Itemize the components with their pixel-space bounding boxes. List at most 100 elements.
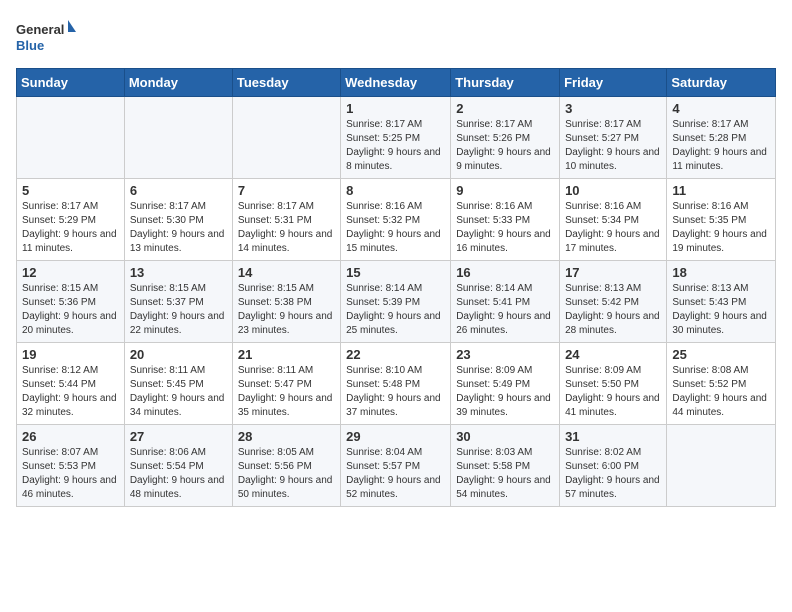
day-number: 3 bbox=[565, 101, 661, 116]
calendar-table: SundayMondayTuesdayWednesdayThursdayFrid… bbox=[16, 68, 776, 507]
page-header: General Blue bbox=[16, 16, 776, 56]
day-info: Sunrise: 8:02 AMSunset: 6:00 PMDaylight:… bbox=[565, 446, 661, 502]
day-info: Sunrise: 8:17 AMSunset: 5:29 PMDaylight:… bbox=[22, 200, 119, 256]
calendar-cell bbox=[124, 97, 232, 179]
calendar-cell: 24 Sunrise: 8:09 AMSunset: 5:50 PMDayligh… bbox=[560, 343, 667, 425]
day-number: 11 bbox=[672, 183, 770, 198]
day-number: 9 bbox=[456, 183, 554, 198]
day-info: Sunrise: 8:15 AMSunset: 5:36 PMDaylight:… bbox=[22, 282, 119, 338]
calendar-cell: 22 Sunrise: 8:10 AMSunset: 5:48 PMDayligh… bbox=[341, 343, 451, 425]
calendar-cell: 2 Sunrise: 8:17 AMSunset: 5:26 PMDaylight… bbox=[451, 97, 560, 179]
day-info: Sunrise: 8:07 AMSunset: 5:53 PMDaylight:… bbox=[22, 446, 119, 502]
calendar-cell: 10Sunrise: 8:16 AMSunset: 5:34 PMDayligh… bbox=[560, 179, 667, 261]
calendar-cell: 17 Sunrise: 8:13 AMSunset: 5:42 PMDayligh… bbox=[560, 261, 667, 343]
week-row-5: 26 Sunrise: 8:07 AMSunset: 5:53 PMDayligh… bbox=[17, 425, 776, 507]
weekday-header-wednesday: Wednesday bbox=[341, 69, 451, 97]
day-number: 6 bbox=[130, 183, 227, 198]
calendar-cell: 18 Sunrise: 8:13 AMSunset: 5:43 PMDayligh… bbox=[667, 261, 776, 343]
day-info: Sunrise: 8:09 AMSunset: 5:50 PMDaylight:… bbox=[565, 364, 661, 420]
day-info: Sunrise: 8:13 AMSunset: 5:42 PMDaylight:… bbox=[565, 282, 661, 338]
calendar-cell: 13 Sunrise: 8:15 AMSunset: 5:37 PMDayligh… bbox=[124, 261, 232, 343]
day-number: 25 bbox=[672, 347, 770, 362]
calendar-cell: 23Sunrise: 8:09 AMSunset: 5:49 PMDayligh… bbox=[451, 343, 560, 425]
calendar-cell: 31 Sunrise: 8:02 AMSunset: 6:00 PMDayligh… bbox=[560, 425, 667, 507]
day-info: Sunrise: 8:04 AMSunset: 5:57 PMDaylight:… bbox=[346, 446, 445, 502]
day-info: Sunrise: 8:13 AMSunset: 5:43 PMDaylight:… bbox=[672, 282, 770, 338]
calendar-cell: 12 Sunrise: 8:15 AMSunset: 5:36 PMDayligh… bbox=[17, 261, 125, 343]
calendar-cell: 25Sunrise: 8:08 AMSunset: 5:52 PMDayligh… bbox=[667, 343, 776, 425]
day-number: 24 bbox=[565, 347, 661, 362]
calendar-cell: 3Sunrise: 8:17 AMSunset: 5:27 PMDaylight… bbox=[560, 97, 667, 179]
logo: General Blue bbox=[16, 16, 76, 56]
day-number: 29 bbox=[346, 429, 445, 444]
day-number: 8 bbox=[346, 183, 445, 198]
day-info: Sunrise: 8:17 AMSunset: 5:26 PMDaylight:… bbox=[456, 118, 554, 174]
calendar-cell: 11 Sunrise: 8:16 AMSunset: 5:35 PMDayligh… bbox=[667, 179, 776, 261]
calendar-cell: 28 Sunrise: 8:05 AMSunset: 5:56 PMDayligh… bbox=[232, 425, 340, 507]
day-info: Sunrise: 8:17 AMSunset: 5:31 PMDaylight:… bbox=[238, 200, 335, 256]
day-number: 16 bbox=[456, 265, 554, 280]
svg-text:General: General bbox=[16, 22, 64, 37]
weekday-header-thursday: Thursday bbox=[451, 69, 560, 97]
calendar-cell: 16 Sunrise: 8:14 AMSunset: 5:41 PMDayligh… bbox=[451, 261, 560, 343]
day-info: Sunrise: 8:03 AMSunset: 5:58 PMDaylight:… bbox=[456, 446, 554, 502]
calendar-cell: 7 Sunrise: 8:17 AMSunset: 5:31 PMDaylight… bbox=[232, 179, 340, 261]
calendar-cell: 5 Sunrise: 8:17 AMSunset: 5:29 PMDaylight… bbox=[17, 179, 125, 261]
week-row-4: 19 Sunrise: 8:12 AMSunset: 5:44 PMDayligh… bbox=[17, 343, 776, 425]
day-info: Sunrise: 8:16 AMSunset: 5:33 PMDaylight:… bbox=[456, 200, 554, 256]
day-number: 12 bbox=[22, 265, 119, 280]
calendar-cell: 29 Sunrise: 8:04 AMSunset: 5:57 PMDayligh… bbox=[341, 425, 451, 507]
day-number: 1 bbox=[346, 101, 445, 116]
logo-svg: General Blue bbox=[16, 16, 76, 56]
calendar-cell: 8 Sunrise: 8:16 AMSunset: 5:32 PMDaylight… bbox=[341, 179, 451, 261]
day-info: Sunrise: 8:12 AMSunset: 5:44 PMDaylight:… bbox=[22, 364, 119, 420]
day-info: Sunrise: 8:16 AMSunset: 5:34 PMDaylight:… bbox=[565, 200, 661, 256]
calendar-cell: 14 Sunrise: 8:15 AMSunset: 5:38 PMDayligh… bbox=[232, 261, 340, 343]
day-number: 26 bbox=[22, 429, 119, 444]
calendar-cell: 15Sunrise: 8:14 AMSunset: 5:39 PMDayligh… bbox=[341, 261, 451, 343]
day-number: 4 bbox=[672, 101, 770, 116]
weekday-header-saturday: Saturday bbox=[667, 69, 776, 97]
day-number: 5 bbox=[22, 183, 119, 198]
calendar-cell: 27Sunrise: 8:06 AMSunset: 5:54 PMDayligh… bbox=[124, 425, 232, 507]
day-info: Sunrise: 8:11 AMSunset: 5:47 PMDaylight:… bbox=[238, 364, 335, 420]
weekday-header-sunday: Sunday bbox=[17, 69, 125, 97]
day-number: 14 bbox=[238, 265, 335, 280]
day-number: 19 bbox=[22, 347, 119, 362]
weekday-header-friday: Friday bbox=[560, 69, 667, 97]
calendar-cell bbox=[232, 97, 340, 179]
day-number: 22 bbox=[346, 347, 445, 362]
day-info: Sunrise: 8:10 AMSunset: 5:48 PMDaylight:… bbox=[346, 364, 445, 420]
day-info: Sunrise: 8:05 AMSunset: 5:56 PMDaylight:… bbox=[238, 446, 335, 502]
day-number: 17 bbox=[565, 265, 661, 280]
svg-text:Blue: Blue bbox=[16, 38, 44, 53]
day-info: Sunrise: 8:11 AMSunset: 5:45 PMDaylight:… bbox=[130, 364, 227, 420]
week-row-2: 5 Sunrise: 8:17 AMSunset: 5:29 PMDaylight… bbox=[17, 179, 776, 261]
day-number: 31 bbox=[565, 429, 661, 444]
calendar-cell: 1 Sunrise: 8:17 AMSunset: 5:25 PMDaylight… bbox=[341, 97, 451, 179]
calendar-cell: 26 Sunrise: 8:07 AMSunset: 5:53 PMDayligh… bbox=[17, 425, 125, 507]
day-info: Sunrise: 8:15 AMSunset: 5:38 PMDaylight:… bbox=[238, 282, 335, 338]
day-number: 18 bbox=[672, 265, 770, 280]
weekday-header-monday: Monday bbox=[124, 69, 232, 97]
calendar-cell: 4Sunrise: 8:17 AMSunset: 5:28 PMDaylight… bbox=[667, 97, 776, 179]
day-info: Sunrise: 8:06 AMSunset: 5:54 PMDaylight:… bbox=[130, 446, 227, 502]
day-number: 13 bbox=[130, 265, 227, 280]
day-number: 7 bbox=[238, 183, 335, 198]
day-number: 28 bbox=[238, 429, 335, 444]
calendar-cell: 19 Sunrise: 8:12 AMSunset: 5:44 PMDayligh… bbox=[17, 343, 125, 425]
day-number: 20 bbox=[130, 347, 227, 362]
calendar-cell: 30 Sunrise: 8:03 AMSunset: 5:58 PMDayligh… bbox=[451, 425, 560, 507]
day-info: Sunrise: 8:17 AMSunset: 5:30 PMDaylight:… bbox=[130, 200, 227, 256]
day-info: Sunrise: 8:14 AMSunset: 5:41 PMDaylight:… bbox=[456, 282, 554, 338]
day-info: Sunrise: 8:16 AMSunset: 5:35 PMDaylight:… bbox=[672, 200, 770, 256]
week-row-3: 12 Sunrise: 8:15 AMSunset: 5:36 PMDayligh… bbox=[17, 261, 776, 343]
day-info: Sunrise: 8:09 AMSunset: 5:49 PMDaylight:… bbox=[456, 364, 554, 420]
day-number: 30 bbox=[456, 429, 554, 444]
calendar-cell bbox=[667, 425, 776, 507]
day-info: Sunrise: 8:17 AMSunset: 5:25 PMDaylight:… bbox=[346, 118, 445, 174]
day-number: 2 bbox=[456, 101, 554, 116]
day-info: Sunrise: 8:15 AMSunset: 5:37 PMDaylight:… bbox=[130, 282, 227, 338]
calendar-cell bbox=[17, 97, 125, 179]
day-info: Sunrise: 8:16 AMSunset: 5:32 PMDaylight:… bbox=[346, 200, 445, 256]
